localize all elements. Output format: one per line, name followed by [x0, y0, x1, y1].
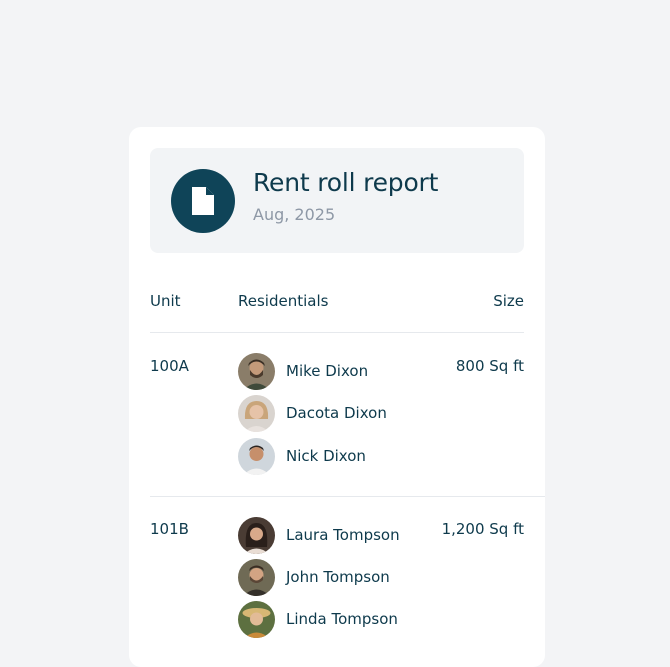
resident-item[interactable]: John Tompson	[238, 559, 438, 596]
resident-item[interactable]: Laura Tompson	[238, 517, 438, 554]
avatar	[238, 601, 275, 638]
resident-item[interactable]: Dacota Dixon	[238, 395, 438, 432]
avatar	[238, 395, 275, 432]
avatar	[238, 559, 275, 596]
row-divider	[150, 496, 545, 497]
avatar	[238, 353, 275, 390]
row-unit-100a: 100A	[150, 357, 189, 375]
resident-item[interactable]: Nick Dixon	[238, 438, 438, 475]
resident-name: Dacota Dixon	[286, 404, 387, 422]
resident-item[interactable]: Mike Dixon	[238, 353, 438, 390]
resident-name: Linda Tompson	[286, 610, 398, 628]
report-header: Rent roll report Aug, 2025	[150, 148, 524, 253]
header-divider	[150, 332, 524, 333]
document-icon	[171, 169, 235, 233]
column-header-residentials: Residentials	[238, 292, 329, 310]
avatar	[238, 517, 275, 554]
column-header-unit: Unit	[150, 292, 181, 310]
resident-name: Nick Dixon	[286, 447, 366, 465]
resident-name: John Tompson	[286, 568, 390, 586]
row-size-100a: 800 Sq ft	[455, 357, 524, 375]
row-unit-101b: 101B	[150, 520, 189, 538]
resident-item[interactable]: Linda Tompson	[238, 601, 438, 638]
report-title: Rent roll report	[253, 168, 439, 197]
report-card: Rent roll report Aug, 2025 Unit Resident…	[129, 127, 545, 667]
report-period: Aug, 2025	[253, 205, 336, 224]
column-header-size: Size	[493, 292, 524, 310]
resident-name: Mike Dixon	[286, 362, 369, 380]
resident-name: Laura Tompson	[286, 526, 400, 544]
avatar	[238, 438, 275, 475]
row-size-101b: 1,200 Sq ft	[441, 520, 524, 538]
